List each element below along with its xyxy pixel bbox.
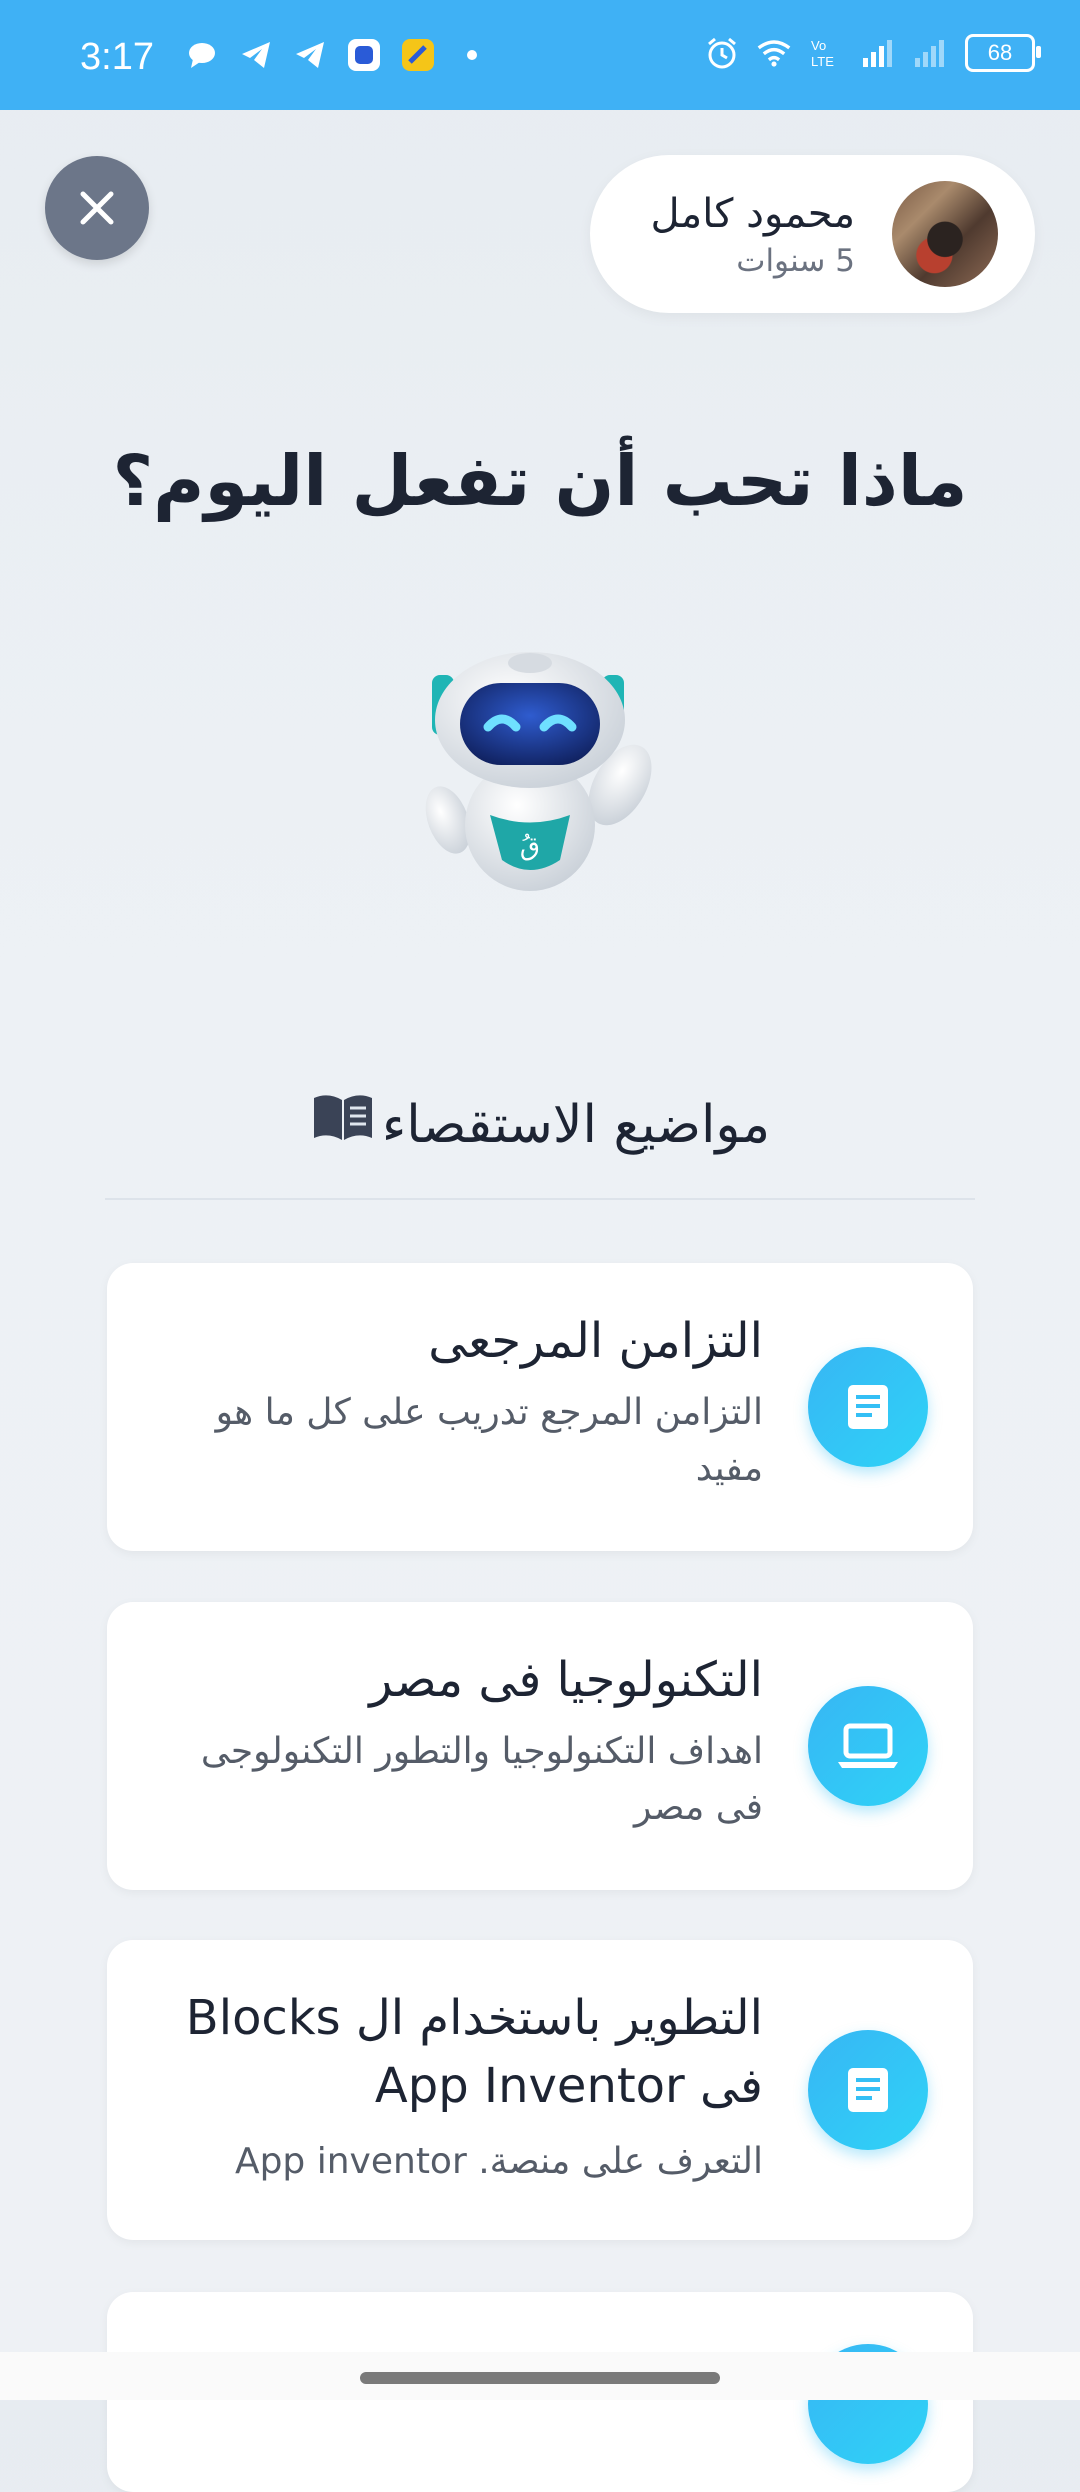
avatar bbox=[892, 181, 998, 287]
laptop-icon bbox=[838, 1723, 898, 1768]
robot-mascot: قُ bbox=[410, 645, 670, 905]
topic-title: التطوير باستخدام ال Blocks فى App Invent… bbox=[185, 1990, 763, 2114]
close-icon bbox=[80, 191, 114, 225]
status-time: 3:17 bbox=[80, 36, 154, 78]
profile-card[interactable]: محمود كامل 5 سنوات bbox=[590, 155, 1035, 313]
svg-text:Vo: Vo bbox=[811, 38, 826, 53]
robot-badge: قُ bbox=[520, 832, 540, 862]
section-title: مواضيع الاستقصاء bbox=[0, 1092, 1080, 1157]
signal-icon bbox=[861, 36, 895, 70]
section-title-text: مواضيع الاستقصاء bbox=[381, 1094, 771, 1155]
close-button[interactable] bbox=[45, 156, 149, 260]
topic-icon-button bbox=[808, 1686, 928, 1806]
app-icon bbox=[401, 38, 435, 72]
status-bar: 3:17 Vo LTE 68 bbox=[0, 0, 1080, 110]
book-icon bbox=[310, 1092, 376, 1157]
chat-bubble-icon bbox=[185, 38, 219, 72]
topic-title: التكنولوجيا فى مصر bbox=[369, 1652, 763, 1708]
divider bbox=[105, 1198, 975, 1200]
dot-icon bbox=[455, 38, 489, 72]
app-icon bbox=[347, 38, 381, 72]
page-title: ماذا تحب أن تفعل اليوم؟ bbox=[112, 440, 968, 522]
profile-age: 5 سنوات bbox=[736, 243, 855, 279]
volte-icon: Vo LTE bbox=[809, 36, 843, 70]
topic-description: التزامن المرجع تدريب على كل ما هو مفيد bbox=[215, 1392, 763, 1489]
topic-icon-button bbox=[808, 1347, 928, 1467]
battery-indicator: 68 bbox=[965, 34, 1041, 72]
svg-text:LTE: LTE bbox=[811, 54, 834, 69]
topic-description: اهداف التكنولوجيا والتطور التكنولوجى فى … bbox=[200, 1731, 763, 1828]
document-icon bbox=[848, 2068, 888, 2112]
signal-icon bbox=[913, 36, 947, 70]
wifi-icon bbox=[757, 36, 791, 70]
topic-card[interactable]: التطوير باستخدام ال Blocks فى App Invent… bbox=[107, 1940, 973, 2240]
alarm-icon bbox=[705, 36, 739, 70]
topic-description: التعرف على منصة. App inventor bbox=[234, 2141, 763, 2182]
topic-card[interactable]: التكنولوجيا فى مصر اهداف التكنولوجيا وال… bbox=[107, 1602, 973, 1890]
home-gesture-handle[interactable] bbox=[360, 2372, 720, 2384]
telegram-icon bbox=[293, 38, 327, 72]
notification-icons bbox=[185, 38, 489, 72]
topic-icon-button bbox=[808, 2030, 928, 2150]
topic-card[interactable]: التزامن المرجعى التزامن المرجع تدريب على… bbox=[107, 1263, 973, 1551]
profile-name: محمود كامل bbox=[650, 191, 855, 237]
navigation-bar bbox=[0, 2352, 1080, 2400]
document-icon bbox=[848, 1385, 888, 1429]
telegram-icon bbox=[239, 38, 273, 72]
system-icons: Vo LTE 68 bbox=[705, 34, 1041, 72]
battery-level: 68 bbox=[987, 40, 1013, 65]
topic-title: التزامن المرجعى bbox=[428, 1313, 763, 1369]
